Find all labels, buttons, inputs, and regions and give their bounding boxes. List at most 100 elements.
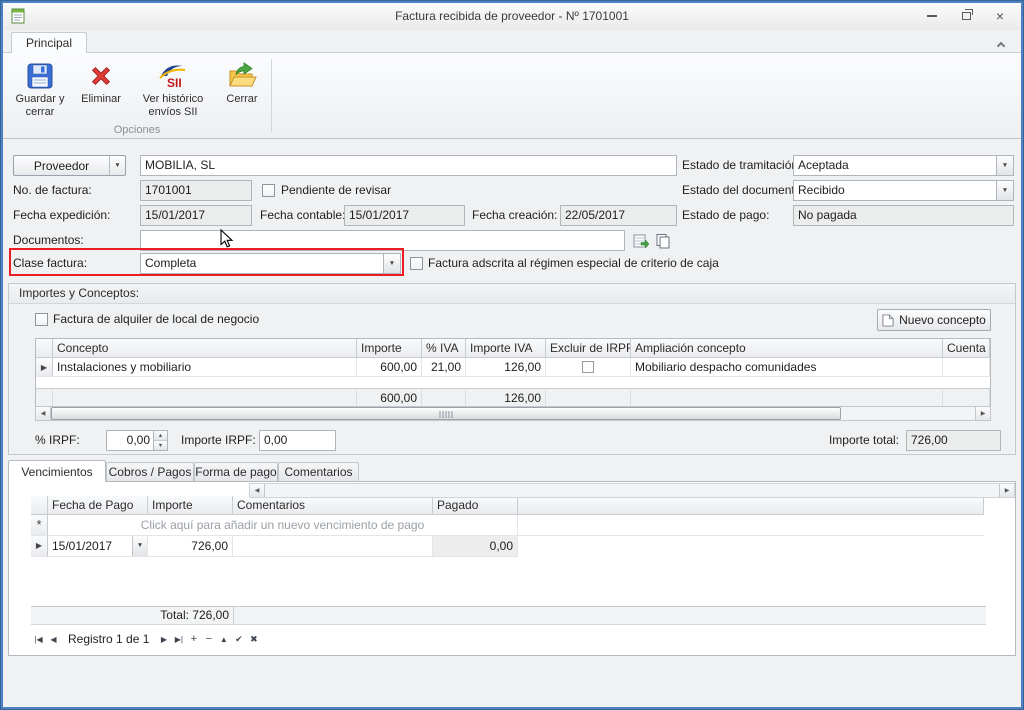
- cell-cuenta[interactable]: [943, 358, 990, 377]
- tab-comentarios[interactable]: Comentarios: [278, 462, 359, 481]
- nuevo-concepto-label: Nuevo concepto: [899, 313, 986, 327]
- ver-historico-sii-button[interactable]: SII Ver histórico envíos SII: [131, 57, 215, 129]
- new-page-icon: [882, 314, 894, 327]
- estado-documento-select[interactable]: Recibido ▼: [793, 180, 1014, 201]
- cell-iva[interactable]: 21,00: [422, 358, 466, 377]
- col-excluir-irpf[interactable]: Excluir de IRPF: [546, 339, 631, 358]
- add-document-button[interactable]: [631, 231, 650, 250]
- conceptos-hscrollbar[interactable]: ◀ ▶: [35, 406, 991, 421]
- cell-importe[interactable]: 600,00: [357, 358, 422, 377]
- estado-tramitacion-select[interactable]: Aceptada ▼: [793, 155, 1014, 176]
- cell-pagado[interactable]: 0,00: [433, 536, 518, 557]
- vencimientos-hscrollbar[interactable]: ◀ ▶: [249, 483, 1015, 498]
- irpf-spinner[interactable]: 0,00 ▲ ▼: [106, 430, 168, 451]
- eliminar-button[interactable]: Eliminar: [75, 57, 127, 129]
- clase-factura-value: Completa: [141, 254, 383, 273]
- scroll-right-icon[interactable]: ▶: [975, 407, 990, 420]
- nuevo-concepto-button[interactable]: Nuevo concepto: [877, 309, 991, 331]
- nav-last-button[interactable]: ▶|: [171, 631, 186, 647]
- cerrar-button[interactable]: Cerrar: [217, 57, 267, 129]
- proveedor-button[interactable]: Proveedor ▼: [13, 155, 126, 176]
- dropdown-icon[interactable]: ▼: [383, 254, 400, 273]
- spin-up-icon[interactable]: ▲: [154, 431, 167, 441]
- scroll-right-icon[interactable]: ▶: [999, 484, 1014, 497]
- proveedor-field[interactable]: MOBILIA, SL: [140, 155, 677, 176]
- col-pagado[interactable]: Pagado: [433, 496, 518, 515]
- documentos-field[interactable]: [140, 230, 625, 251]
- scroll-thumb[interactable]: [51, 407, 841, 420]
- cell-importe[interactable]: 726,00: [148, 536, 233, 557]
- col-fecha-pago[interactable]: Fecha de Pago: [48, 496, 148, 515]
- criterio-caja-checkbox[interactable]: [410, 257, 423, 270]
- col-concepto[interactable]: Concepto: [53, 339, 357, 358]
- tab-cobros-pagos[interactable]: Cobros / Pagos: [106, 462, 194, 481]
- col-cuenta[interactable]: Cuenta co: [943, 339, 990, 358]
- no-factura-field[interactable]: 1701001: [140, 180, 252, 201]
- nav-add-button[interactable]: +: [186, 631, 201, 647]
- scroll-left-icon[interactable]: ◀: [36, 407, 51, 420]
- scroll-left-icon[interactable]: ◀: [250, 484, 265, 497]
- nav-prev-button[interactable]: ◀: [46, 631, 61, 647]
- fecha-expedicion-field[interactable]: 15/01/2017: [140, 205, 252, 226]
- estado-pago-field[interactable]: No pagada: [793, 205, 1014, 226]
- cell-excluir-irpf[interactable]: [546, 358, 631, 377]
- importes-group-title: Importes y Conceptos:: [9, 284, 1015, 304]
- minimize-button[interactable]: [921, 7, 943, 25]
- cell-comentarios[interactable]: [233, 536, 433, 557]
- ribbon-collapse-button[interactable]: [993, 37, 1009, 51]
- spin-down-icon[interactable]: ▼: [154, 441, 167, 450]
- clase-factura-select[interactable]: Completa ▼: [140, 253, 401, 274]
- clase-factura-label: Clase factura:: [13, 253, 87, 274]
- col-importe[interactable]: Importe: [148, 496, 233, 515]
- dropdown-icon[interactable]: ▼: [132, 536, 147, 556]
- dropdown-icon[interactable]: ▼: [996, 181, 1013, 200]
- add-document-icon: [633, 233, 649, 249]
- nav-post-button[interactable]: ✔: [231, 631, 246, 647]
- nav-edit-button[interactable]: ▲: [216, 631, 231, 647]
- excluir-irpf-checkbox[interactable]: [582, 361, 594, 373]
- conceptos-data-row[interactable]: ▶ Instalaciones y mobiliario 600,00 21,0…: [36, 358, 990, 377]
- fecha-creacion-field[interactable]: 22/05/2017: [560, 205, 677, 226]
- sum-excluir: [546, 388, 631, 407]
- tab-vencimientos[interactable]: Vencimientos: [8, 460, 106, 482]
- new-row[interactable]: * Click aquí para añadir un nuevo vencim…: [31, 515, 986, 536]
- guardar-label: Guardar y cerrar: [11, 93, 69, 119]
- cell-concepto[interactable]: Instalaciones y mobiliario: [53, 358, 357, 377]
- tab-forma-de-pago[interactable]: Forma de pago: [194, 462, 278, 481]
- nav-remove-button[interactable]: −: [201, 631, 216, 647]
- vencimientos-grid: Fecha de Pago Importe Comentarios Pagado…: [31, 496, 986, 557]
- dropdown-icon[interactable]: ▼: [996, 156, 1013, 175]
- cerrar-label: Cerrar: [226, 93, 257, 106]
- importe-irpf-field[interactable]: 0,00: [259, 430, 336, 451]
- row-indicator-icon: ▶: [31, 536, 48, 557]
- col-comentarios[interactable]: Comentarios: [233, 496, 433, 515]
- sum-ampliacion: [631, 388, 943, 407]
- dropdown-icon[interactable]: ▼: [109, 156, 125, 175]
- col-ampliacion[interactable]: Ampliación concepto: [631, 339, 943, 358]
- new-row-hint[interactable]: Click aquí para añadir un nuevo vencimie…: [48, 515, 518, 536]
- scroll-track[interactable]: [51, 407, 975, 420]
- col-iva[interactable]: % IVA: [422, 339, 466, 358]
- cell-ampliacion[interactable]: Mobiliario despacho comunidades: [631, 358, 943, 377]
- vencimientos-total: Total: 726,00: [148, 607, 234, 624]
- col-importe-iva[interactable]: Importe IVA: [466, 339, 546, 358]
- alquiler-checkbox[interactable]: [35, 313, 48, 326]
- maximize-button[interactable]: [955, 7, 977, 25]
- vencimiento-data-row[interactable]: ▶ 15/01/2017 ▼ 726,00 0,00: [31, 536, 986, 557]
- scroll-track[interactable]: [265, 484, 999, 497]
- copy-document-button[interactable]: [653, 231, 672, 250]
- nav-record-label: Registro 1 de 1: [61, 632, 156, 646]
- nav-next-button[interactable]: ▶: [156, 631, 171, 647]
- fecha-contable-field[interactable]: 15/01/2017: [344, 205, 465, 226]
- cell-importe-iva[interactable]: 126,00: [466, 358, 546, 377]
- pendiente-checkbox[interactable]: [262, 184, 275, 197]
- nav-cancel-button[interactable]: ✖: [246, 631, 261, 647]
- close-button[interactable]: ×: [989, 7, 1011, 25]
- cell-fecha-pago[interactable]: 15/01/2017 ▼: [48, 536, 148, 557]
- importe-total-field[interactable]: 726,00: [906, 430, 1001, 451]
- window-controls: ×: [921, 7, 1011, 25]
- nav-first-button[interactable]: |◀: [31, 631, 46, 647]
- guardar-y-cerrar-button[interactable]: Guardar y cerrar: [11, 57, 69, 129]
- tab-principal[interactable]: Principal: [11, 32, 87, 53]
- col-importe[interactable]: Importe: [357, 339, 422, 358]
